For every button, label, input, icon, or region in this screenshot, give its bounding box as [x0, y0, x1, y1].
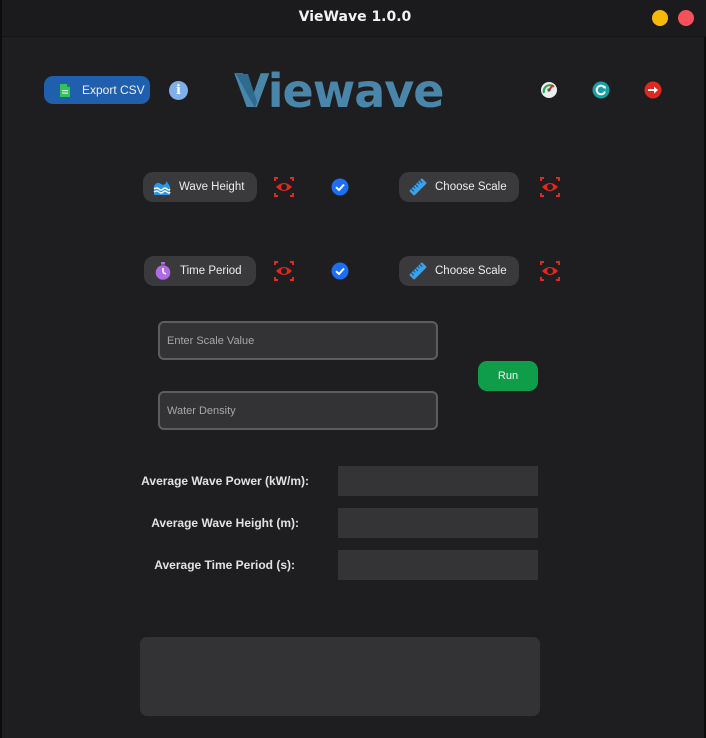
choose-scale-label-2: Choose Scale [435, 265, 507, 277]
average-wave-power-value [338, 466, 538, 496]
check-icon [331, 262, 349, 280]
file-icon [60, 83, 70, 97]
water-density-field [158, 391, 438, 430]
wave-height-label: Wave Height [179, 181, 245, 193]
title-bar: VieWave 1.0.0 [2, 0, 706, 37]
run-button[interactable]: Run [478, 361, 538, 391]
check-icon [331, 178, 349, 196]
time-period-button[interactable]: Time Period [144, 256, 256, 286]
average-wave-height-label: Average Wave Height (m): [151, 516, 299, 530]
info-icon[interactable]: i [169, 81, 188, 100]
view-icon[interactable] [274, 261, 294, 281]
view-icon[interactable] [274, 177, 294, 197]
average-time-period-value [338, 550, 538, 580]
export-csv-button[interactable]: Export CSV [44, 76, 150, 104]
exit-icon[interactable] [644, 81, 662, 99]
stopwatch-icon [154, 262, 172, 280]
refresh-icon[interactable] [592, 81, 610, 99]
output-textbox[interactable] [140, 637, 540, 716]
scale-value-field [158, 321, 438, 360]
svg-text:Viewave: Viewave [234, 64, 443, 118]
choose-scale-button-2[interactable]: Choose Scale [399, 256, 519, 286]
average-time-period-label: Average Time Period (s): [154, 558, 295, 572]
time-period-label: Time Period [180, 265, 242, 277]
average-wave-power-label: Average Wave Power (kW/m): [141, 474, 309, 488]
viewave-logo: Viewave [234, 62, 474, 120]
view-icon[interactable] [540, 177, 560, 197]
choose-scale-button-1[interactable]: Choose Scale [399, 172, 519, 202]
window-title: VieWave 1.0.0 [298, 9, 412, 25]
wave-height-button[interactable]: Wave Height [143, 172, 257, 202]
wave-icon [153, 178, 171, 196]
close-button[interactable] [678, 10, 694, 26]
ruler-icon [409, 262, 427, 280]
scale-value-input[interactable] [160, 323, 436, 358]
app-window: VieWave 1.0.0 Export CSV i Viewave Wave … [0, 0, 706, 738]
minimize-button[interactable] [652, 10, 668, 26]
gauge-icon[interactable] [540, 81, 558, 99]
export-csv-label: Export CSV [82, 83, 145, 97]
view-icon[interactable] [540, 261, 560, 281]
choose-scale-label-1: Choose Scale [435, 181, 507, 193]
ruler-icon [409, 178, 427, 196]
average-wave-height-value [338, 508, 538, 538]
water-density-input[interactable] [160, 393, 436, 428]
